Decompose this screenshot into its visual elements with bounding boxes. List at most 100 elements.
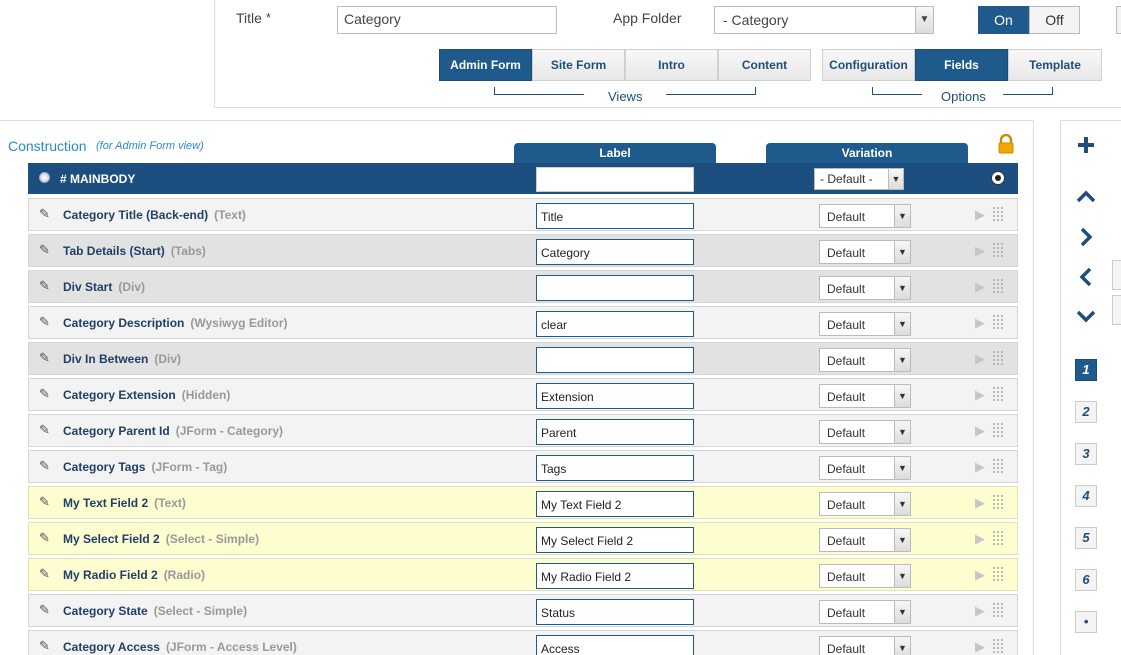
variation-select[interactable]: Default ▼ bbox=[819, 204, 911, 228]
field-label-input[interactable] bbox=[536, 347, 694, 373]
play-icon[interactable]: ▶ bbox=[975, 387, 985, 403]
pencil-icon[interactable]: ✎ bbox=[39, 494, 50, 510]
chevron-up-icon[interactable] bbox=[1075, 186, 1097, 208]
page-button-3[interactable]: 3 bbox=[1075, 443, 1097, 465]
pencil-icon[interactable]: ✎ bbox=[39, 530, 50, 546]
variation-select[interactable]: Default ▼ bbox=[819, 600, 911, 624]
variation-select[interactable]: Default ▼ bbox=[819, 456, 911, 480]
page-button-more[interactable]: • bbox=[1075, 611, 1097, 633]
pencil-icon[interactable]: ✎ bbox=[39, 422, 50, 438]
tab-content[interactable]: Content bbox=[718, 49, 811, 81]
page-button-4[interactable]: 4 bbox=[1075, 485, 1097, 507]
drag-handle-icon[interactable] bbox=[992, 566, 1003, 582]
drag-handle-icon[interactable] bbox=[992, 386, 1003, 402]
pencil-icon[interactable]: ✎ bbox=[39, 314, 50, 330]
field-row[interactable]: ✎ Category Access (JForm - Access Level) Ac… bbox=[28, 630, 1018, 655]
field-label-input[interactable]: My Text Field 2 bbox=[536, 491, 694, 517]
field-row[interactable]: ✎ Tab Details (Start) (Tabs) Category Defaul… bbox=[28, 234, 1018, 267]
field-row[interactable]: ✎ My Select Field 2 (Select - Simple) My Se… bbox=[28, 522, 1018, 555]
tab-site-form[interactable]: Site Form bbox=[532, 49, 625, 81]
field-label-input[interactable]: Title bbox=[536, 203, 694, 229]
variation-select[interactable]: Default ▼ bbox=[819, 348, 911, 372]
mainbody-variation-select[interactable]: - Default - ▼ bbox=[814, 168, 904, 190]
tab-configuration[interactable]: Configuration bbox=[822, 49, 915, 81]
drag-handle-icon[interactable] bbox=[992, 242, 1003, 258]
toggle-on-button[interactable]: On bbox=[978, 6, 1029, 34]
field-row[interactable]: ✎ Category State (Select - Simple) Status De… bbox=[28, 594, 1018, 627]
field-row[interactable]: ✎ Category Title (Back-end) (Text) Title Def… bbox=[28, 198, 1018, 231]
variation-select[interactable]: Default ▼ bbox=[819, 240, 911, 264]
title-input[interactable]: Category bbox=[337, 6, 557, 34]
tab-fields[interactable]: Fields bbox=[915, 49, 1008, 81]
field-label-input[interactable]: clear bbox=[536, 311, 694, 337]
lock-icon[interactable] bbox=[997, 133, 1015, 157]
field-label-input[interactable]: Status bbox=[536, 599, 694, 625]
play-icon[interactable]: ▶ bbox=[975, 639, 985, 655]
variation-select[interactable]: Default ▼ bbox=[819, 492, 911, 516]
field-label-input[interactable]: My Radio Field 2 bbox=[536, 563, 694, 589]
play-icon[interactable]: ▶ bbox=[975, 207, 985, 223]
play-icon[interactable]: ▶ bbox=[975, 315, 985, 331]
field-label-input[interactable]: Access bbox=[536, 635, 694, 655]
field-row[interactable]: ✎ Category Tags (JForm - Tag) Tags Default ▼ ▶ bbox=[28, 450, 1018, 483]
drag-handle-icon[interactable] bbox=[992, 458, 1003, 474]
pencil-icon[interactable]: ✎ bbox=[39, 206, 50, 222]
chevron-right-icon[interactable] bbox=[1075, 226, 1097, 248]
field-label-input[interactable] bbox=[536, 275, 694, 301]
play-icon[interactable]: ▶ bbox=[975, 567, 985, 583]
variation-select[interactable]: Default ▼ bbox=[819, 276, 911, 300]
pencil-icon[interactable]: ✎ bbox=[39, 242, 50, 258]
play-icon[interactable]: ▶ bbox=[975, 351, 985, 367]
play-icon[interactable]: ▶ bbox=[975, 603, 985, 619]
drag-handle-icon[interactable] bbox=[992, 314, 1003, 330]
field-label-input[interactable]: My Select Field 2 bbox=[536, 527, 694, 553]
app-folder-select[interactable]: - Category ▼ bbox=[714, 6, 934, 34]
field-label-input[interactable]: Extension bbox=[536, 383, 694, 409]
field-row[interactable]: ✎ My Radio Field 2 (Radio) My Radio Field 2… bbox=[28, 558, 1018, 591]
field-row[interactable]: ✎ My Text Field 2 (Text) My Text Field 2 Def… bbox=[28, 486, 1018, 519]
toggle-off-button[interactable]: Off bbox=[1029, 6, 1080, 34]
field-row[interactable]: ✎ Div Start (Div) Default ▼ ▶ bbox=[28, 270, 1018, 303]
variation-select[interactable]: Default ▼ bbox=[819, 420, 911, 444]
play-icon[interactable]: ▶ bbox=[975, 495, 985, 511]
field-label-input[interactable]: Parent bbox=[536, 419, 694, 445]
mainbody-radio[interactable] bbox=[991, 171, 1005, 185]
play-icon[interactable]: ▶ bbox=[975, 243, 985, 259]
plus-icon[interactable] bbox=[1075, 134, 1097, 156]
side-edge-button[interactable] bbox=[1112, 295, 1121, 325]
field-label-input[interactable]: Tags bbox=[536, 455, 694, 481]
pencil-icon[interactable]: ✎ bbox=[39, 386, 50, 402]
variation-select[interactable]: Default ▼ bbox=[819, 636, 911, 655]
field-label-input[interactable]: Category bbox=[536, 239, 694, 265]
page-button-2[interactable]: 2 bbox=[1075, 401, 1097, 423]
chevron-down-icon[interactable] bbox=[1075, 305, 1097, 327]
pencil-icon[interactable]: ✎ bbox=[39, 638, 50, 654]
drag-handle-icon[interactable] bbox=[992, 602, 1003, 618]
page-button-6[interactable]: 6 bbox=[1075, 569, 1097, 591]
field-row[interactable]: ✎ Category Description (Wysiwyg Editor) cle… bbox=[28, 306, 1018, 339]
drag-handle-icon[interactable] bbox=[992, 350, 1003, 366]
drag-handle-icon[interactable] bbox=[992, 278, 1003, 294]
chevron-left-icon[interactable] bbox=[1075, 266, 1097, 288]
mainbody-label-input[interactable] bbox=[536, 167, 694, 192]
drag-handle-icon[interactable] bbox=[992, 206, 1003, 222]
play-icon[interactable]: ▶ bbox=[975, 279, 985, 295]
pencil-icon[interactable]: ✎ bbox=[39, 350, 50, 366]
variation-select[interactable]: Default ▼ bbox=[819, 312, 911, 336]
drag-handle-icon[interactable] bbox=[992, 638, 1003, 654]
pencil-icon[interactable]: ✎ bbox=[39, 602, 50, 618]
tab-admin-form[interactable]: Admin Form bbox=[439, 49, 532, 81]
field-row[interactable]: ✎ Category Extension (Hidden) Extension Defa… bbox=[28, 378, 1018, 411]
side-edge-button[interactable] bbox=[1112, 260, 1121, 290]
tab-intro[interactable]: Intro bbox=[625, 49, 718, 81]
pencil-icon[interactable]: ✎ bbox=[39, 458, 50, 474]
variation-select[interactable]: Default ▼ bbox=[819, 384, 911, 408]
overflow-button[interactable] bbox=[1116, 6, 1121, 34]
play-icon[interactable]: ▶ bbox=[975, 423, 985, 439]
drag-handle-icon[interactable] bbox=[992, 422, 1003, 438]
pencil-icon[interactable]: ✎ bbox=[39, 566, 50, 582]
play-icon[interactable]: ▶ bbox=[975, 459, 985, 475]
tab-template[interactable]: Template bbox=[1008, 49, 1102, 81]
field-row[interactable]: ✎ Category Parent Id (JForm - Category) Par… bbox=[28, 414, 1018, 447]
page-button-5[interactable]: 5 bbox=[1075, 527, 1097, 549]
